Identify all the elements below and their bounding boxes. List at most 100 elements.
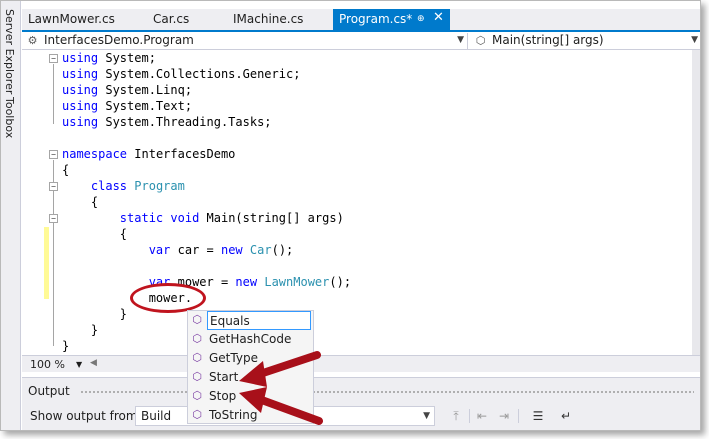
type-name: Car [249,243,272,257]
panel-grip[interactable] [80,390,694,394]
tab-lawnmower-cs[interactable]: LawnMower.cs [22,9,122,30]
code-text: (); [271,243,294,257]
keyword: namespace [62,147,128,161]
code-editor[interactable]: − − − − using System; using System.Colle… [22,50,692,355]
method-cube-icon: ⬡ [192,313,202,326]
keyword: new [220,243,243,257]
keyword: var [148,243,171,257]
code-line: using System.Text; [62,98,192,114]
code-line: } [62,322,98,338]
document-tab-bar: LawnMower.cs Car.cs IMachine.cs Program.… [22,9,700,30]
visual-studio-window: Server Explorer Toolbox LawnMower.cs Car… [0,0,701,431]
code-text: System.Text; [105,99,193,113]
type-name: LawnMower [264,275,330,289]
toolbar-separator [469,409,470,423]
keyword: using [62,67,99,81]
clear-all-icon[interactable]: ☰ [530,408,546,424]
find-message-icon[interactable]: ⤒ [448,408,464,424]
code-text: System.Collections.Generic; [105,67,301,81]
method-cube-icon: ⬡ [475,34,486,47]
code-line: using System.Threading.Tasks; [62,114,272,130]
keyword: static [119,211,164,225]
chevron-down-icon: ▼ [76,360,83,369]
code-text: { [90,195,99,209]
code-line: using System; [62,50,156,66]
code-line: { [62,226,127,242]
collapse-toggle[interactable]: − [49,54,58,63]
method-cube-icon: ⬡ [192,408,202,421]
pin-icon[interactable]: ⊕ [417,9,425,29]
code-line: namespace InterfacesDemo [62,146,235,162]
keyword: using [62,83,99,97]
output-panel-header: Output [22,377,700,403]
keyword: using [62,51,99,65]
code-line: } [62,306,127,322]
code-text: System.Linq; [105,83,193,97]
code-text: { [119,227,128,241]
code-text: } [119,307,128,321]
close-icon[interactable]: ✕ [433,8,444,28]
type-name: Program [134,179,185,193]
collapse-toggle[interactable]: − [49,150,58,159]
code-line: { [62,194,98,210]
collapse-toggle[interactable]: − [49,182,58,191]
toolbar-separator [518,409,519,423]
method-cube-icon: ⬡ [192,370,202,383]
code-line: static void Main(string[] args) [62,210,344,226]
code-text: car = [177,243,221,257]
keyword: new [235,275,258,289]
code-text: System; [105,51,156,65]
code-text: } [90,323,99,337]
tab-label: Program.cs* [339,12,413,26]
method-cube-icon: ⬡ [192,389,202,402]
next-message-icon[interactable]: ⇥ [496,408,512,424]
output-source-value: Build [141,409,172,423]
member-dropdown[interactable]: ⬡ Main(string[] args) ▼ [470,33,700,49]
code-line: { [62,162,69,178]
completion-item-gethashcode[interactable]: ⬡ GetHashCode [188,330,313,349]
previous-message-icon[interactable]: ⇤ [474,408,490,424]
vertical-scrollbar[interactable] [692,50,700,355]
outline-guide [53,64,54,124]
word-wrap-icon[interactable]: ↵ [558,408,574,424]
zoom-dropdown[interactable]: 100 % ▼ [26,358,86,372]
completion-label: GetHashCode [209,332,292,346]
server-explorer-tab[interactable]: Server Explorer [3,9,16,94]
code-line: class Program [62,178,185,194]
code-line: } [62,338,69,354]
code-line: using System.Linq; [62,82,192,98]
keyword: class [90,179,128,193]
collapse-toggle[interactable]: − [49,214,58,223]
keyword: using [62,99,99,113]
scroll-left-icon[interactable]: ◀ [90,358,97,368]
annotation-arrow-stop [239,387,323,425]
tab-program-cs[interactable]: Program.cs* ⊕ ✕ [333,9,450,30]
tab-label: Car.cs [153,12,190,26]
code-line: var mower = new LawnMower(); [62,274,351,290]
keyword: using [62,115,99,129]
code-text: (); [329,275,352,289]
chevron-down-icon: ▼ [457,35,464,45]
completion-item-equals[interactable]: ⬡ Equals [188,311,313,330]
tab-label: LawnMower.cs [28,12,115,26]
type-dropdown[interactable]: ⚙ InterfacesDemo.Program ▼ [22,33,468,49]
toolbox-tab[interactable]: Toolbox [3,97,16,138]
zoom-value: 100 % [30,358,65,371]
code-line: var car = new Car(); [62,242,294,258]
code-text: Main(string[] args) [206,211,344,225]
tab-car-cs[interactable]: Car.cs [147,9,217,30]
class-icon: ⚙ [27,34,38,47]
member-dropdown-value: Main(string[] args) [492,33,604,47]
code-text: { [62,163,70,177]
code-text: System.Threading.Tasks; [105,115,272,129]
code-text: } [62,339,70,353]
annotation-ellipse [130,283,206,313]
type-dropdown-value: InterfacesDemo.Program [44,33,194,47]
editor-status-bar: 100 % ▼ ◀ [22,355,700,372]
output-panel-title: Output [28,384,70,398]
code-text: InterfacesDemo [134,147,236,161]
tab-imachine-cs[interactable]: IMachine.cs [227,9,307,30]
method-cube-icon: ⬡ [192,351,202,364]
completion-label: Equals [207,311,311,330]
keyword: void [170,211,200,225]
